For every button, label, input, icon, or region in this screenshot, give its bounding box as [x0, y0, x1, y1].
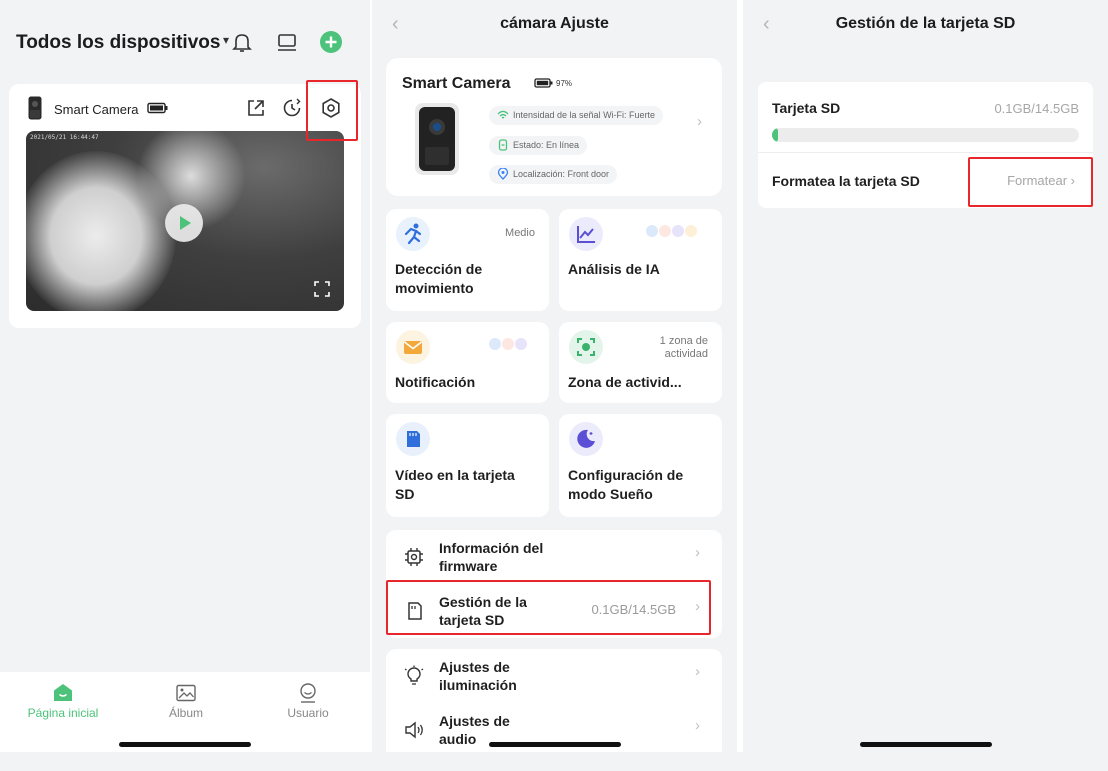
tab-user[interactable]: Usuario: [258, 682, 358, 720]
feature-activity-zone[interactable]: 1 zona de actividad Zona de activid...: [559, 322, 722, 403]
moon-icon: [569, 422, 603, 456]
battery-icon: [147, 102, 168, 114]
highlight-format-button: [968, 157, 1093, 207]
location-status-text: Localización: Front door: [513, 169, 610, 179]
notification-tags-icon: [488, 337, 527, 351]
chevron-right-icon: ›: [695, 717, 700, 734]
play-icon[interactable]: [165, 204, 203, 242]
home-indicator: [119, 742, 251, 747]
battery-percent: 97%: [556, 79, 573, 88]
sd-card-label: Tarjeta SD: [772, 100, 841, 116]
feature-zone-value: 1 zona de actividad: [659, 335, 708, 360]
home-indicator: [860, 742, 992, 747]
home-screen: Todos los dispositivos ▾ Smart Camera 20…: [0, 0, 370, 771]
format-sd-label: Formatea la tarjeta SD: [772, 173, 920, 189]
page-title[interactable]: Todos los dispositivos: [16, 32, 220, 54]
camera-image: [415, 103, 459, 175]
online-status-text: Estado: En línea: [513, 140, 580, 150]
feature-motion-detection[interactable]: Medio Detección de movimiento: [386, 209, 549, 311]
camera-settings-screen: ‹ cámara Ajuste Smart Camera 97% Intensi…: [372, 0, 737, 771]
highlight-settings: [306, 80, 358, 141]
firmware-label: Información del firmware: [439, 540, 544, 574]
sd-usage-fill: [772, 128, 779, 142]
ai-tags-icon: [645, 224, 697, 238]
sd-card-icon: [396, 422, 430, 456]
feature-sleep-label: Configuración de modo Sueño: [568, 467, 684, 502]
tab-home[interactable]: Página inicial: [13, 682, 113, 720]
wifi-status-text: Intensidad de la señal Wi-Fi: Fuerte: [513, 110, 656, 120]
feature-motion-label: Detección de movimiento: [395, 261, 483, 296]
running-icon: [396, 217, 430, 251]
device-info-card[interactable]: Smart Camera 97% Intensidad de la señal …: [386, 58, 722, 196]
chevron-down-icon[interactable]: ▾: [223, 33, 229, 47]
feature-ai-label: Análisis de IA: [568, 261, 660, 277]
wifi-status: Intensidad de la señal Wi-Fi: Fuerte: [489, 106, 664, 125]
list-item-lighting[interactable]: Ajustes de iluminación ›: [386, 649, 722, 703]
tab-album[interactable]: Álbum: [136, 682, 236, 720]
monitor-icon[interactable]: [275, 30, 299, 54]
chart-icon: [569, 217, 603, 251]
chevron-right-icon: ›: [695, 663, 700, 680]
list-item-firmware[interactable]: Información del firmware ›: [386, 530, 722, 584]
list-item-audio[interactable]: Ajustes de audio ›: [386, 703, 722, 759]
tab-home-label: Página inicial: [27, 706, 99, 720]
zone-icon: [569, 330, 603, 364]
feature-notification-label: Notificación: [395, 374, 476, 390]
feature-sd-video[interactable]: Vídeo en la tarjeta SD: [386, 414, 549, 517]
chevron-right-icon: ›: [695, 544, 700, 561]
envelope-icon: [396, 330, 430, 364]
share-icon[interactable]: [244, 96, 268, 120]
camera-name: Smart Camera: [54, 102, 139, 117]
bulb-icon: [404, 665, 424, 685]
feature-sleep-mode[interactable]: Configuración de modo Sueño: [559, 414, 722, 517]
home-icon: [54, 684, 72, 701]
video-preview[interactable]: 2021/05/21 16:44:47: [26, 131, 344, 311]
bottom-margin: [0, 752, 1108, 771]
divider: [758, 152, 1093, 153]
user-icon: [300, 683, 316, 703]
online-status: Estado: En línea: [489, 136, 588, 155]
feature-zone-label: Zona de activid...: [568, 374, 682, 390]
home-indicator: [489, 742, 621, 747]
sd-card-usage: 0.1GB/14.5GB: [994, 101, 1079, 116]
location-status: Localización: Front door: [489, 165, 618, 184]
device-name: Smart Camera: [402, 75, 511, 92]
bell-icon[interactable]: [230, 30, 254, 54]
sd-management-screen: ‹ Gestión de la tarjeta SD Tarjeta SD 0.…: [743, 0, 1108, 771]
feature-ai-analysis[interactable]: Análisis de IA: [559, 209, 722, 311]
video-timestamp: 2021/05/21 16:44:47: [30, 134, 99, 141]
feature-motion-value: Medio: [505, 227, 535, 239]
tab-user-label: Usuario: [287, 706, 329, 720]
battery-icon: [534, 78, 553, 88]
home-header: Todos los dispositivos ▾: [16, 28, 354, 58]
feature-sd-video-label: Vídeo en la tarjeta SD: [395, 467, 515, 502]
tab-album-label: Álbum: [168, 706, 203, 720]
page-title: Gestión de la tarjeta SD: [835, 15, 1016, 32]
status-icon: [498, 139, 508, 151]
album-icon: [176, 684, 196, 702]
speaker-icon: [405, 721, 423, 739]
location-icon: [497, 168, 509, 180]
fullscreen-icon[interactable]: [314, 281, 330, 297]
lighting-label: Ajustes de iluminación: [439, 659, 517, 693]
highlight-sd-management: [386, 580, 711, 635]
feature-notification[interactable]: Notificación: [386, 322, 549, 403]
wifi-icon: [497, 110, 509, 119]
add-circle-icon[interactable]: [319, 30, 343, 54]
sd-usage-bar: [772, 128, 1079, 142]
page-title: cámara Ajuste: [500, 15, 609, 32]
camera-thumbnail-icon: [28, 96, 42, 120]
chevron-right-icon[interactable]: ›: [697, 113, 702, 130]
tab-bar: Página inicial Álbum Usuario: [0, 672, 370, 752]
chip-icon: [405, 548, 423, 566]
history-icon[interactable]: [280, 96, 304, 120]
